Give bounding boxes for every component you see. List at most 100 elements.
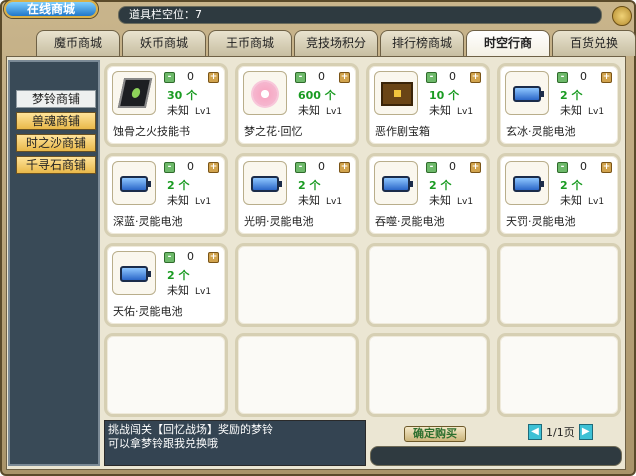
empty-product-slot xyxy=(497,243,621,327)
tab-arena-points[interactable]: 竞技场积分 xyxy=(294,30,378,56)
item-meta: 未知 Lv1 xyxy=(167,194,212,207)
product-card[interactable]: - 0 + 10 个 未知 Lv1 恶作剧宝箱 xyxy=(366,63,490,147)
item-meta: 未知 Lv1 xyxy=(167,284,212,297)
minus-button[interactable]: - xyxy=(557,72,568,83)
price-value: 600 个 xyxy=(298,89,336,102)
empty-product-slot xyxy=(497,333,621,417)
item-slot xyxy=(505,71,549,115)
tab-demon-coin[interactable]: 妖币商城 xyxy=(122,30,206,56)
plus-button[interactable]: + xyxy=(470,162,481,173)
prev-page-arrow-icon[interactable]: ◀ xyxy=(528,424,542,440)
item-slot xyxy=(505,161,549,205)
battery-icon xyxy=(382,176,413,192)
page-indicator: 1/1页 xyxy=(546,426,575,439)
quantity-value: 0 xyxy=(449,70,456,83)
price-value: 2 个 xyxy=(560,179,583,192)
quantity-value: 0 xyxy=(449,160,456,173)
plus-button[interactable]: + xyxy=(208,72,219,83)
price-value: 10 个 xyxy=(429,89,460,102)
product-card[interactable]: - 0 + 2 个 未知 Lv1 天佑·灵能电池 xyxy=(104,243,228,327)
item-meta: 未知 Lv1 xyxy=(298,104,343,117)
plus-button[interactable]: + xyxy=(601,162,612,173)
plus-button[interactable]: + xyxy=(470,72,481,83)
minus-button[interactable]: - xyxy=(164,72,175,83)
battery-icon xyxy=(513,86,544,102)
plus-button[interactable]: + xyxy=(339,162,350,173)
quantity-value: 0 xyxy=(318,160,325,173)
minus-button[interactable]: - xyxy=(426,162,437,173)
item-meta: 未知 Lv1 xyxy=(167,104,212,117)
price-value: 2 个 xyxy=(429,179,452,192)
product-card[interactable]: - 0 + 2 个 未知 Lv1 玄冰·灵能电池 xyxy=(497,63,621,147)
product-card[interactable]: - 0 + 2 个 未知 Lv1 深蓝·灵能电池 xyxy=(104,153,228,237)
tab-space-time-merchant[interactable]: 时空行商 xyxy=(466,30,550,57)
item-slot xyxy=(374,71,418,115)
item-name: 光明·灵能电池 xyxy=(244,215,314,228)
quantity-value: 0 xyxy=(187,70,194,83)
product-card[interactable]: - 0 + 2 个 未知 Lv1 光明·灵能电池 xyxy=(235,153,359,237)
inventory-slot-indicator: 道具栏空位：7 xyxy=(118,6,602,24)
minus-button[interactable]: - xyxy=(426,72,437,83)
battery-icon xyxy=(120,266,151,282)
price-value: 2 个 xyxy=(298,179,321,192)
product-card[interactable]: - 0 + 30 个 未知 Lv1 蚀骨之火技能书 xyxy=(104,63,228,147)
close-gear-icon[interactable] xyxy=(612,6,632,26)
empty-product-slot xyxy=(104,333,228,417)
product-card[interactable]: - 0 + 600 个 未知 Lv1 梦之花·回忆 xyxy=(235,63,359,147)
empty-product-slot xyxy=(366,333,490,417)
tab-bar: 魔币商城 妖币商城 王币商城 竞技场积分 排行榜商城 时空行商 百货兑换 xyxy=(36,30,636,57)
message-line: 挑战闯关【回忆战场】奖励的梦铃 xyxy=(108,423,273,436)
tab-leaderboard[interactable]: 排行榜商城 xyxy=(380,30,464,56)
item-name: 吞噬·灵能电池 xyxy=(375,215,445,228)
item-name: 深蓝·灵能电池 xyxy=(113,215,183,228)
minus-button[interactable]: - xyxy=(557,162,568,173)
sidebar: 梦铃商铺 兽魂商铺 时之沙商铺 千寻石商铺 xyxy=(8,60,100,466)
item-slot xyxy=(243,71,287,115)
item-slot xyxy=(112,161,156,205)
price-value: 30 个 xyxy=(167,89,198,102)
product-card[interactable]: - 0 + 2 个 未知 Lv1 天罚·灵能电池 xyxy=(497,153,621,237)
item-meta: 未知 Lv1 xyxy=(298,194,343,207)
quantity-value: 0 xyxy=(318,70,325,83)
battery-icon xyxy=(120,176,151,192)
quantity-value: 0 xyxy=(187,160,194,173)
plus-button[interactable]: + xyxy=(601,72,612,83)
battery-icon xyxy=(513,176,544,192)
sidebar-item-time-sand[interactable]: 时之沙商铺 xyxy=(16,134,96,152)
quantity-value: 0 xyxy=(187,250,194,263)
tab-magic-coin[interactable]: 魔币商城 xyxy=(36,30,120,56)
npc-message-box: 挑战闯关【回忆战场】奖励的梦铃 可以拿梦铃跟我兑换哦 xyxy=(104,420,366,466)
tab-department-exchange[interactable]: 百货兑换 xyxy=(552,30,636,56)
message-line: 可以拿梦铃跟我兑换哦 xyxy=(108,437,218,450)
sidebar-item-seek-stone[interactable]: 千寻石商铺 xyxy=(16,156,96,174)
item-name: 梦之花·回忆 xyxy=(244,125,303,138)
item-slot xyxy=(112,71,156,115)
price-value: 2 个 xyxy=(167,179,190,192)
sidebar-item-beast-soul[interactable]: 兽魂商铺 xyxy=(16,112,96,130)
plus-button[interactable]: + xyxy=(208,252,219,263)
quantity-value: 0 xyxy=(580,70,587,83)
plus-button[interactable]: + xyxy=(208,162,219,173)
item-name: 天罚·灵能电池 xyxy=(506,215,576,228)
minus-button[interactable]: - xyxy=(295,162,306,173)
item-slot xyxy=(112,251,156,295)
sidebar-item-dream-bell[interactable]: 梦铃商铺 xyxy=(16,90,96,108)
empty-product-slot xyxy=(235,333,359,417)
product-card[interactable]: - 0 + 2 个 未知 Lv1 吞噬·灵能电池 xyxy=(366,153,490,237)
tab-king-coin[interactable]: 王币商城 xyxy=(208,30,292,56)
item-name: 恶作剧宝箱 xyxy=(375,125,430,138)
confirm-purchase-button[interactable]: 确定购买 xyxy=(404,426,466,442)
minus-button[interactable]: - xyxy=(164,252,175,263)
item-meta: 未知 Lv1 xyxy=(560,194,605,207)
minus-button[interactable]: - xyxy=(164,162,175,173)
treasure-chest-icon xyxy=(381,82,413,106)
item-name: 天佑·灵能电池 xyxy=(113,305,183,318)
item-name: 玄冰·灵能电池 xyxy=(506,125,576,138)
empty-product-slot xyxy=(366,243,490,327)
quantity-value: 0 xyxy=(580,160,587,173)
item-meta: 未知 Lv1 xyxy=(429,194,474,207)
next-page-arrow-icon[interactable]: ▶ xyxy=(578,424,593,440)
skill-book-icon xyxy=(117,78,153,108)
minus-button[interactable]: - xyxy=(295,72,306,83)
plus-button[interactable]: + xyxy=(339,72,350,83)
